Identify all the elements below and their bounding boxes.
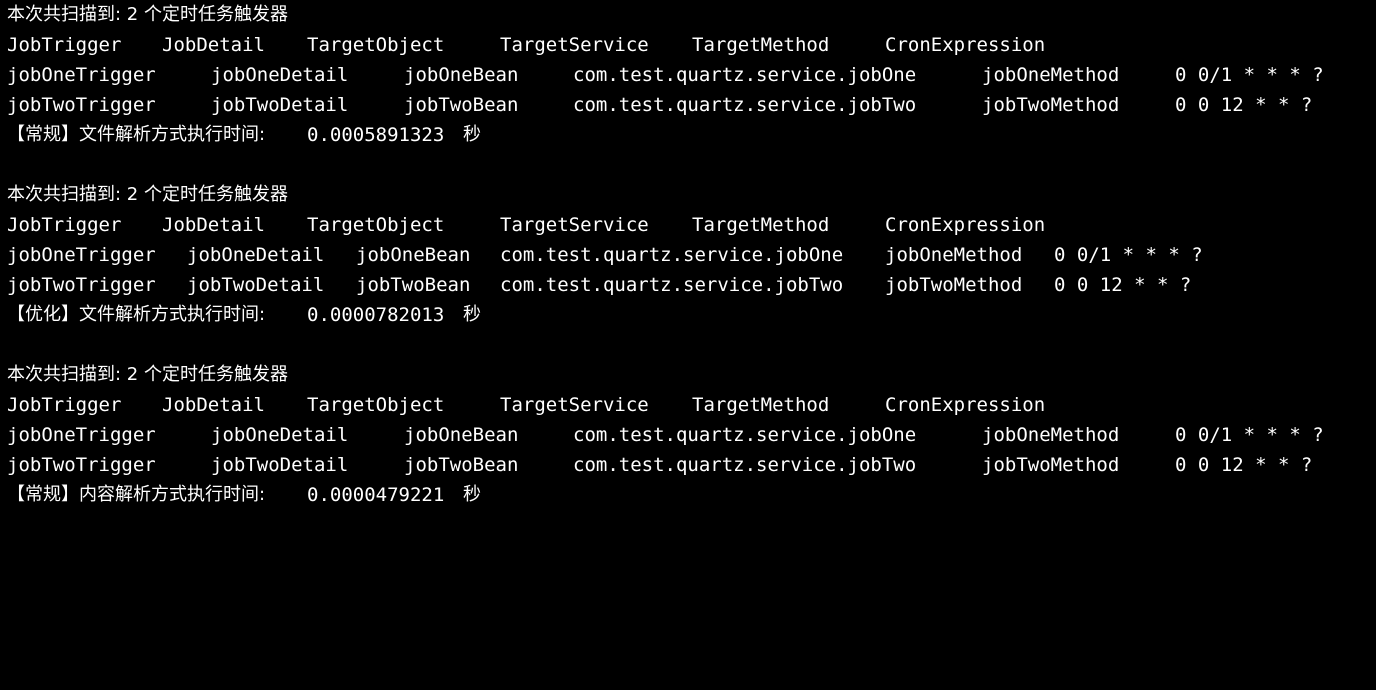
header-target-method: TargetMethod bbox=[692, 214, 830, 236]
cell-target-service: com.test.quartz.service.jobTwo bbox=[573, 454, 917, 476]
header-cron-expression: CronExpression bbox=[885, 214, 1046, 236]
cell-job-detail: jobTwoDetail bbox=[211, 454, 349, 476]
table-row: jobTwoTrigger jobTwoDetail jobTwoBean co… bbox=[7, 90, 1312, 120]
cell-target-method: jobTwoMethod bbox=[885, 274, 1023, 296]
cell-target-object: jobTwoBean bbox=[404, 454, 519, 476]
cell-target-object: jobOneBean bbox=[356, 244, 471, 266]
table-row: jobOneTrigger jobOneDetail jobOneBean co… bbox=[7, 420, 1324, 450]
header-job-trigger: JobTrigger bbox=[7, 214, 122, 236]
cell-target-method: jobTwoMethod bbox=[982, 454, 1120, 476]
cell-job-trigger: jobTwoTrigger bbox=[7, 274, 156, 296]
cell-cron-expression: 0 0/1 * * * ? bbox=[1054, 244, 1203, 266]
cell-target-method: jobOneMethod bbox=[982, 424, 1120, 446]
table-header: JobTrigger JobDetail TargetObject Target… bbox=[7, 390, 1045, 420]
table-header: JobTrigger JobDetail TargetObject Target… bbox=[7, 210, 1045, 240]
scan-summary-line: 本次共扫描到: 2 个定时任务触发器 bbox=[7, 4, 288, 25]
cell-target-service: com.test.quartz.service.jobTwo bbox=[573, 94, 917, 116]
header-job-trigger: JobTrigger bbox=[7, 34, 122, 56]
cell-job-trigger: jobOneTrigger bbox=[7, 244, 156, 266]
table-row: jobTwoTrigger jobTwoDetail jobTwoBean co… bbox=[7, 450, 1312, 480]
cell-cron-expression: 0 0/1 * * * ? bbox=[1175, 64, 1324, 86]
cell-job-detail: jobOneDetail bbox=[211, 424, 349, 446]
cell-target-method: jobOneMethod bbox=[982, 64, 1120, 86]
timing-unit: 秒 bbox=[463, 304, 481, 325]
timing-value: 0.0005891323 bbox=[307, 124, 445, 146]
timing-value: 0.0000479221 bbox=[307, 484, 445, 506]
table-row: jobOneTrigger jobOneDetail jobOneBean co… bbox=[7, 240, 1203, 270]
header-cron-expression: CronExpression bbox=[885, 34, 1046, 56]
cell-target-object: jobTwoBean bbox=[356, 274, 471, 296]
header-target-method: TargetMethod bbox=[692, 34, 830, 56]
header-target-object: TargetObject bbox=[307, 34, 445, 56]
cell-job-detail: jobTwoDetail bbox=[187, 274, 325, 296]
cell-target-service: com.test.quartz.service.jobTwo bbox=[500, 274, 844, 296]
cell-job-detail: jobOneDetail bbox=[211, 64, 349, 86]
header-target-service: TargetService bbox=[500, 34, 649, 56]
cell-target-service: com.test.quartz.service.jobOne bbox=[573, 424, 917, 446]
cell-target-object: jobOneBean bbox=[404, 64, 519, 86]
timing-label: 【优化】文件解析方式执行时间: bbox=[7, 304, 266, 325]
header-job-detail: JobDetail bbox=[162, 34, 265, 56]
table-row: jobOneTrigger jobOneDetail jobOneBean co… bbox=[7, 60, 1324, 90]
cell-job-trigger: jobTwoTrigger bbox=[7, 454, 156, 476]
timing-value: 0.0000782013 bbox=[307, 304, 445, 326]
header-job-trigger: JobTrigger bbox=[7, 394, 122, 416]
header-target-object: TargetObject bbox=[307, 394, 445, 416]
cell-cron-expression: 0 0 12 * * ? bbox=[1175, 94, 1313, 116]
cell-target-method: jobTwoMethod bbox=[982, 94, 1120, 116]
cell-cron-expression: 0 0/1 * * * ? bbox=[1175, 424, 1324, 446]
header-target-method: TargetMethod bbox=[692, 394, 830, 416]
cell-job-trigger: jobOneTrigger bbox=[7, 424, 156, 446]
scan-summary-line: 本次共扫描到: 2 个定时任务触发器 bbox=[7, 364, 288, 385]
timing-label: 【常规】文件解析方式执行时间: bbox=[7, 124, 266, 145]
cell-cron-expression: 0 0 12 * * ? bbox=[1175, 454, 1313, 476]
cell-job-detail: jobTwoDetail bbox=[211, 94, 349, 116]
header-target-service: TargetService bbox=[500, 394, 649, 416]
cell-job-trigger: jobTwoTrigger bbox=[7, 94, 156, 116]
cell-target-method: jobOneMethod bbox=[885, 244, 1023, 266]
cell-target-object: jobTwoBean bbox=[404, 94, 519, 116]
header-job-detail: JobDetail bbox=[162, 214, 265, 236]
header-cron-expression: CronExpression bbox=[885, 394, 1046, 416]
cell-target-service: com.test.quartz.service.jobOne bbox=[500, 244, 844, 266]
timing-unit: 秒 bbox=[463, 484, 481, 505]
header-target-object: TargetObject bbox=[307, 214, 445, 236]
cell-target-object: jobOneBean bbox=[404, 424, 519, 446]
table-row: jobTwoTrigger jobTwoDetail jobTwoBean co… bbox=[7, 270, 1191, 300]
cell-job-trigger: jobOneTrigger bbox=[7, 64, 156, 86]
cell-target-service: com.test.quartz.service.jobOne bbox=[573, 64, 917, 86]
cell-job-detail: jobOneDetail bbox=[187, 244, 325, 266]
cell-cron-expression: 0 0 12 * * ? bbox=[1054, 274, 1192, 296]
timing-line: 【常规】内容解析方式执行时间: 0.0000479221 秒 bbox=[7, 480, 481, 510]
timing-label: 【常规】内容解析方式执行时间: bbox=[7, 484, 266, 505]
scan-summary-line: 本次共扫描到: 2 个定时任务触发器 bbox=[7, 184, 288, 205]
timing-unit: 秒 bbox=[463, 124, 481, 145]
terminal-output: 本次共扫描到: 2 个定时任务触发器 JobTrigger JobDetail … bbox=[0, 0, 1376, 520]
timing-line: 【优化】文件解析方式执行时间: 0.0000782013 秒 bbox=[7, 300, 481, 330]
table-header: JobTrigger JobDetail TargetObject Target… bbox=[7, 30, 1045, 60]
header-job-detail: JobDetail bbox=[162, 394, 265, 416]
header-target-service: TargetService bbox=[500, 214, 649, 236]
timing-line: 【常规】文件解析方式执行时间: 0.0005891323 秒 bbox=[7, 120, 481, 150]
